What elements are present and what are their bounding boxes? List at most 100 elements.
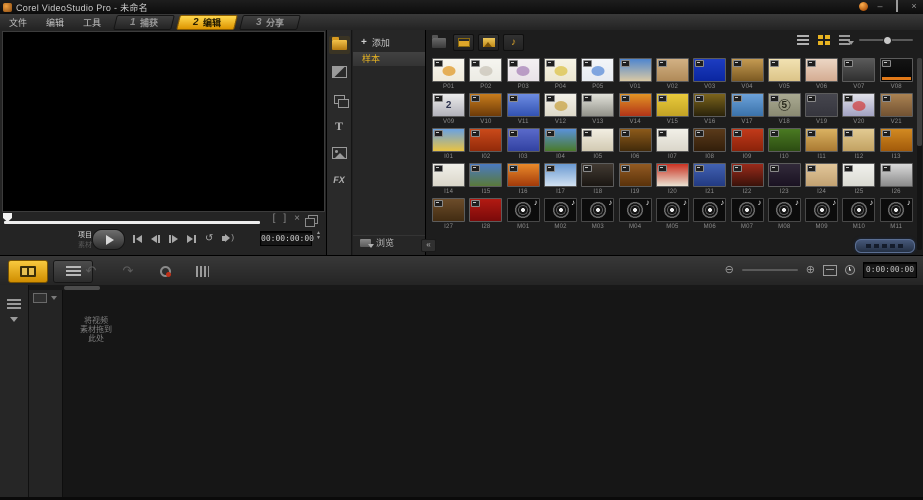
gallery-item[interactable]: V21 — [878, 91, 915, 126]
gallery-item[interactable]: ♪M09 — [803, 196, 840, 231]
video-track-icon[interactable] — [33, 293, 47, 303]
undo-button[interactable]: ↶ — [80, 262, 102, 280]
audio-filter-button[interactable]: ♪ — [503, 34, 524, 51]
gallery-item[interactable]: I13 — [878, 126, 915, 161]
track-dropdown-icon[interactable] — [51, 296, 57, 300]
gallery-item[interactable]: I02 — [467, 126, 504, 161]
gallery-item[interactable]: I10 — [766, 126, 803, 161]
next-frame-button[interactable] — [169, 234, 178, 243]
gallery-item[interactable]: P05 — [579, 56, 616, 91]
gallery-item[interactable]: V13 — [579, 91, 616, 126]
slider-knob[interactable] — [883, 36, 892, 45]
restore-button[interactable] — [892, 1, 902, 12]
video-preview[interactable] — [2, 31, 325, 212]
track-manager-icon[interactable] — [7, 299, 21, 309]
clip-mode-label[interactable]: 素材 — [78, 240, 92, 250]
gallery-item[interactable]: V11 — [505, 91, 542, 126]
library-scroll-badge[interactable] — [855, 239, 915, 253]
menu-item[interactable]: 文件 — [6, 16, 30, 29]
gallery-item[interactable]: I09 — [728, 126, 765, 161]
project-mode-label[interactable]: 项目 — [78, 230, 92, 240]
gallery-item[interactable]: V19 — [803, 91, 840, 126]
menu-item[interactable]: 工具 — [80, 16, 104, 29]
scrollbar-thumb[interactable] — [917, 58, 922, 146]
gallery-item[interactable]: P04 — [542, 56, 579, 91]
gallery-item[interactable]: V07 — [840, 56, 877, 91]
gallery-item[interactable]: 2V09 — [430, 91, 467, 126]
gallery-item[interactable]: ♪M07 — [728, 196, 765, 231]
gallery-item[interactable]: I22 — [728, 161, 765, 196]
gallery-item[interactable]: V20 — [840, 91, 877, 126]
gallery-item[interactable]: V06 — [803, 56, 840, 91]
collapse-panel-button[interactable]: « — [421, 239, 436, 252]
sort-view-button[interactable] — [839, 35, 850, 45]
gallery-item[interactable]: ♪M01 — [505, 196, 542, 231]
timeline-zoom-slider[interactable] — [742, 269, 798, 271]
gallery-scrollbar[interactable] — [917, 58, 922, 250]
repeat-button[interactable]: ↺ — [205, 234, 213, 243]
gallery-item[interactable]: ♪M04 — [616, 196, 653, 231]
redo-button[interactable]: ↷ — [117, 262, 139, 280]
gallery-item[interactable]: I27 — [430, 196, 467, 231]
gallery-item[interactable]: V17 — [728, 91, 765, 126]
gallery-item[interactable]: I03 — [505, 126, 542, 161]
close-button[interactable]: × — [909, 1, 919, 12]
volume-button[interactable] — [222, 234, 229, 243]
timeline-timecode[interactable]: 0:00:00:00 — [863, 262, 917, 278]
gallery-item[interactable]: V01 — [616, 56, 653, 91]
gallery-item[interactable]: I12 — [840, 126, 877, 161]
transition-category-button[interactable] — [329, 63, 350, 81]
chevron-down-icon[interactable] — [10, 317, 18, 322]
gallery-item[interactable]: I28 — [467, 196, 504, 231]
gallery-item[interactable]: ♪M10 — [840, 196, 877, 231]
go-start-button[interactable] — [133, 234, 142, 243]
gallery-item[interactable]: I25 — [840, 161, 877, 196]
cut-clip-button[interactable]: × — [294, 214, 300, 224]
gallery-item[interactable]: V04 — [728, 56, 765, 91]
gallery-item[interactable]: I18 — [579, 161, 616, 196]
scrubber-track[interactable] — [4, 221, 260, 224]
auto-music-button[interactable] — [228, 262, 250, 280]
record-capture-button[interactable] — [154, 262, 176, 280]
title-category-button[interactable]: T — [329, 117, 350, 135]
gallery-item[interactable]: I21 — [691, 161, 728, 196]
step-tab[interactable]: 2编辑 — [176, 15, 238, 30]
gallery-item[interactable]: I08 — [691, 126, 728, 161]
gallery-item[interactable]: V12 — [542, 91, 579, 126]
gallery-item[interactable]: I04 — [542, 126, 579, 161]
media-category-button[interactable] — [329, 36, 350, 54]
gallery-item[interactable]: I26 — [878, 161, 915, 196]
fx-category-button[interactable]: FX — [329, 171, 350, 189]
zoom-in-button[interactable]: ⊕ — [806, 265, 815, 276]
gallery-item[interactable]: I20 — [654, 161, 691, 196]
gallery-item[interactable]: I15 — [467, 161, 504, 196]
mark-out-button[interactable]: ] — [283, 214, 286, 224]
duration-clock-icon[interactable] — [845, 265, 855, 275]
storyboard-view-button[interactable] — [8, 260, 48, 283]
gallery-item[interactable]: I17 — [542, 161, 579, 196]
gallery-item[interactable]: V02 — [654, 56, 691, 91]
prev-frame-button[interactable] — [151, 234, 160, 243]
sound-mixer-button[interactable] — [191, 262, 213, 280]
gallery-item[interactable]: V15 — [654, 91, 691, 126]
pip-category-button[interactable] — [329, 90, 350, 108]
gallery-item[interactable]: V14 — [616, 91, 653, 126]
mark-in-button[interactable]: [ — [273, 214, 276, 224]
gallery-item[interactable]: I11 — [803, 126, 840, 161]
thumbnail-size-slider[interactable] — [859, 39, 913, 41]
gallery-item[interactable]: I07 — [654, 126, 691, 161]
gallery-item[interactable]: I23 — [766, 161, 803, 196]
gallery-item[interactable]: I06 — [616, 126, 653, 161]
gallery-item[interactable]: ♪M08 — [766, 196, 803, 231]
gallery-item[interactable]: 5V18 — [766, 91, 803, 126]
gallery-item[interactable]: V05 — [766, 56, 803, 91]
help-icon[interactable] — [859, 2, 868, 11]
category-item[interactable]: 样本 — [353, 52, 425, 66]
gallery-item[interactable]: ♪M03 — [579, 196, 616, 231]
preview-timecode[interactable]: 00:00:00:00 — [260, 231, 312, 246]
video-filter-button[interactable] — [453, 34, 474, 51]
gallery-item[interactable]: P01 — [430, 56, 467, 91]
play-button[interactable] — [92, 229, 125, 250]
go-end-button[interactable] — [187, 234, 196, 243]
gallery-item[interactable]: ♪M05 — [654, 196, 691, 231]
